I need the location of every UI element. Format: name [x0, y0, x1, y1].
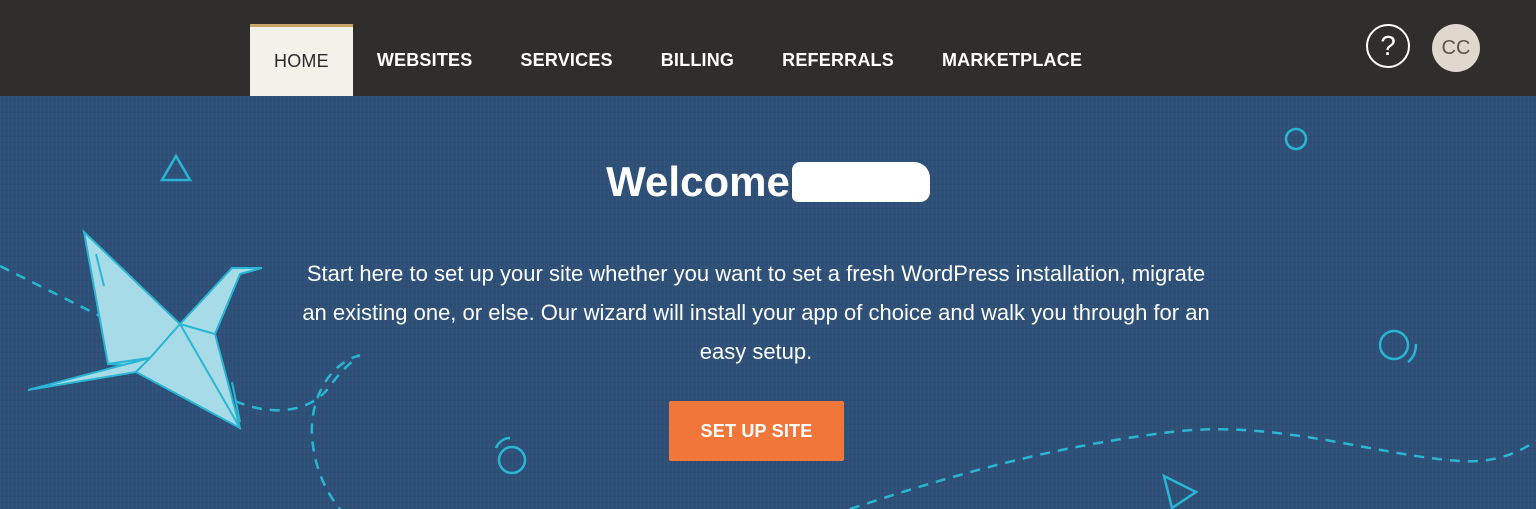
dashed-flight-path-right [849, 427, 1536, 509]
top-navigation-bar: HOME WEBSITES SERVICES BILLING REFERRALS… [0, 0, 1536, 96]
welcome-description: Start here to set up your site whether y… [302, 261, 1210, 364]
nav-tab-websites[interactable]: WEBSITES [353, 24, 497, 96]
nav-tab-marketplace[interactable]: MARKETPLACE [918, 24, 1106, 96]
paper-crane-icon [27, 229, 263, 430]
nav-tab-home[interactable]: HOME [250, 24, 353, 96]
circle-shape-top-right [1284, 127, 1308, 151]
welcome-heading: Welcome [0, 158, 1536, 206]
nav-tab-referrals[interactable]: REFERRALS [758, 24, 918, 96]
circle-tail-right [1407, 343, 1418, 363]
welcome-hero: Welcome Start here to set up your site w… [0, 96, 1536, 509]
help-button[interactable]: ? [1366, 24, 1410, 68]
redacted-username [791, 162, 930, 202]
question-circle-icon: ? [1380, 30, 1396, 61]
set-up-site-button[interactable]: SET UP SITE [669, 401, 844, 461]
nav-tab-services[interactable]: SERVICES [496, 24, 636, 96]
dashed-loop-path [234, 354, 361, 509]
welcome-heading-text: Welcome [606, 158, 790, 205]
user-avatar[interactable]: CC [1432, 24, 1480, 72]
nav-tab-billing[interactable]: BILLING [637, 24, 758, 96]
circle-shape-right [1378, 329, 1410, 361]
main-nav: HOME WEBSITES SERVICES BILLING REFERRALS… [250, 24, 1106, 96]
circle-shape-bottom-left [497, 445, 527, 475]
page: HOME WEBSITES SERVICES BILLING REFERRALS… [0, 0, 1536, 509]
triangle-shape-bottom-right [1162, 473, 1199, 509]
avatar-initials: CC [1441, 36, 1471, 59]
